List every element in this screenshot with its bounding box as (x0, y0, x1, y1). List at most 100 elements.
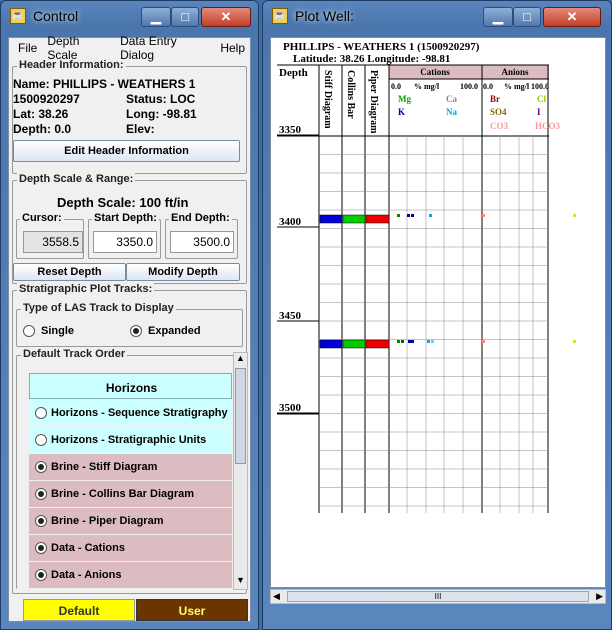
well-status: Status: LOC (126, 92, 196, 106)
anion-scale-right: 100.0 (531, 82, 549, 91)
depth-range-group: Depth Scale & Range: Depth Scale: 100 ft… (12, 173, 247, 284)
expanded-radio-label: Expanded (148, 325, 201, 337)
cursor-field: 3558.5 (23, 231, 83, 253)
track-item-collins[interactable]: Brine - Collins Bar Diagram (29, 481, 232, 507)
plot-title: Plot Well: (295, 8, 354, 24)
hscroll-thumb[interactable]: III (287, 591, 589, 602)
maximize-button[interactable]: □ (171, 7, 199, 27)
cation-marker (429, 214, 432, 217)
menu-bar: File Depth Scale Data Entry Dialog Help (9, 34, 250, 62)
las-type-label: Type of LAS Track to Display (21, 302, 176, 314)
piper-bar-sample-1 (365, 214, 390, 224)
las-type-group: Type of LAS Track to Display Single Expa… (16, 302, 243, 347)
collins-bar-sample-1 (342, 214, 366, 224)
start-depth-input[interactable]: 3350.0 (93, 231, 157, 253)
minimize-button[interactable]: ▁ (141, 7, 171, 27)
close-button[interactable]: ✕ (201, 7, 251, 27)
track-radio[interactable] (35, 461, 47, 473)
track-item-cations[interactable]: Data - Cations (29, 535, 232, 561)
track-radio[interactable] (35, 542, 47, 554)
scroll-up-icon[interactable]: ▲ (234, 353, 247, 367)
single-radio[interactable] (23, 325, 35, 337)
track-radio[interactable] (35, 488, 47, 500)
track-radio[interactable] (35, 407, 47, 419)
reset-depth-button[interactable]: Reset Depth (13, 263, 126, 281)
scroll-left-icon[interactable]: ◀ (273, 590, 280, 603)
stiff-bar-sample-1 (319, 214, 343, 224)
stiff-bar-sample-2 (319, 339, 343, 349)
start-depth-label: Start Depth: (92, 212, 159, 224)
single-radio-label: Single (41, 325, 75, 337)
depth-label-3450: 3450 (279, 310, 302, 322)
track-item-stiff[interactable]: Brine - Stiff Diagram (29, 454, 232, 480)
maximize-button[interactable]: □ (513, 7, 541, 27)
anion-scale-left: 0.0 (483, 82, 493, 91)
minimize-button[interactable]: ▁ (483, 7, 513, 27)
control-titlebar[interactable]: ☕ Control ▁ □ ✕ (1, 1, 258, 31)
edit-header-button[interactable]: Edit Header Information (13, 140, 240, 162)
track-item-sequence-strat[interactable]: Horizons - Sequence Stratigraphy (29, 400, 232, 426)
start-depth-box: Start Depth: 3350.0 (88, 212, 161, 259)
plot-titlebar[interactable]: ☕ Plot Well: ▁ □ ✕ (263, 1, 611, 31)
track-item-anions[interactable]: Data - Anions (29, 562, 232, 588)
user-button[interactable]: User (136, 599, 248, 621)
modify-depth-button[interactable]: Modify Depth (126, 263, 240, 281)
well-plot: PHILLIPS - WEATHERS 1 (1500920297) Latit… (277, 41, 576, 513)
cursor-label: Cursor: (20, 212, 64, 224)
menu-help[interactable]: Help (215, 41, 250, 55)
track-item-horizons[interactable]: Horizons (29, 373, 232, 399)
well-lat: Lat: 38.26 (13, 107, 69, 121)
menu-data-entry[interactable]: Data Entry Dialog (115, 34, 215, 62)
collins-bar-sample-2 (342, 339, 366, 349)
control-window: ☕ Control ▁ □ ✕ File Depth Scale Data En… (0, 0, 259, 630)
menu-depth-scale[interactable]: Depth Scale (42, 34, 115, 62)
track-order-list[interactable]: Horizons Horizons - Sequence Stratigraph… (29, 373, 234, 611)
cation-marker (411, 214, 414, 217)
control-client: File Depth Scale Data Entry Dialog Help … (8, 34, 251, 622)
cation-marker (397, 214, 400, 217)
control-title: Control (33, 8, 79, 24)
grid-horizontal (319, 154, 548, 507)
java-app-icon: ☕ (10, 8, 26, 24)
well-name: Name: PHILLIPS - WEATHERS 1 (13, 77, 196, 91)
plot-canvas: PHILLIPS - WEATHERS 1 (1500920297) Latit… (270, 37, 606, 588)
track-order-label: Default Track Order (21, 348, 128, 360)
end-depth-label: End Depth: (169, 212, 232, 224)
cation-scale-unit: % mg/l (414, 82, 440, 91)
cation-k: K (398, 107, 405, 117)
header-info-label: Header Information: (17, 59, 126, 71)
track-list-scrollbar[interactable]: ▲ ▼ (233, 352, 248, 590)
cation-marker (411, 340, 414, 343)
anion-br: Br (490, 94, 500, 104)
well-long: Long: -98.81 (126, 107, 197, 121)
track-radio[interactable] (35, 515, 47, 527)
scroll-down-icon[interactable]: ▼ (234, 575, 247, 589)
grid-vertical (406, 136, 534, 513)
track-radio[interactable] (35, 434, 47, 446)
strat-tracks-label: Stratigraphic Plot Tracks: (17, 283, 155, 295)
anion-marker (573, 340, 576, 343)
anion-marker (482, 340, 485, 343)
header-info-group: Header Information: Name: PHILLIPS - WEA… (12, 59, 247, 174)
cation-marker (407, 214, 410, 217)
end-depth-input[interactable]: 3500.0 (170, 231, 234, 253)
plot-hscrollbar[interactable]: ◀ III ▶ (270, 589, 606, 604)
track-item-strat-units[interactable]: Horizons - Stratigraphic Units (29, 427, 232, 453)
col-piper-label: Piper Diagram (368, 70, 379, 134)
cation-marker (401, 340, 404, 343)
anion-i: I (537, 107, 541, 117)
scroll-thumb[interactable] (235, 368, 246, 464)
col-collins-label: Collins Bar (345, 70, 356, 119)
close-button[interactable]: ✕ (543, 7, 601, 27)
track-item-piper[interactable]: Brine - Piper Diagram (29, 508, 232, 534)
anion-marker (573, 214, 576, 217)
expanded-radio[interactable] (130, 325, 142, 337)
depth-label-3500: 3500 (279, 402, 302, 414)
cation-ca: Ca (446, 94, 457, 104)
menu-file[interactable]: File (13, 41, 42, 55)
java-app-icon: ☕ (272, 8, 288, 24)
plot-latlong: Latitude: 38.26 Longitude: -98.81 (293, 53, 450, 65)
default-button[interactable]: Default (23, 599, 135, 621)
track-radio[interactable] (35, 569, 47, 581)
scroll-right-icon[interactable]: ▶ (596, 590, 603, 603)
